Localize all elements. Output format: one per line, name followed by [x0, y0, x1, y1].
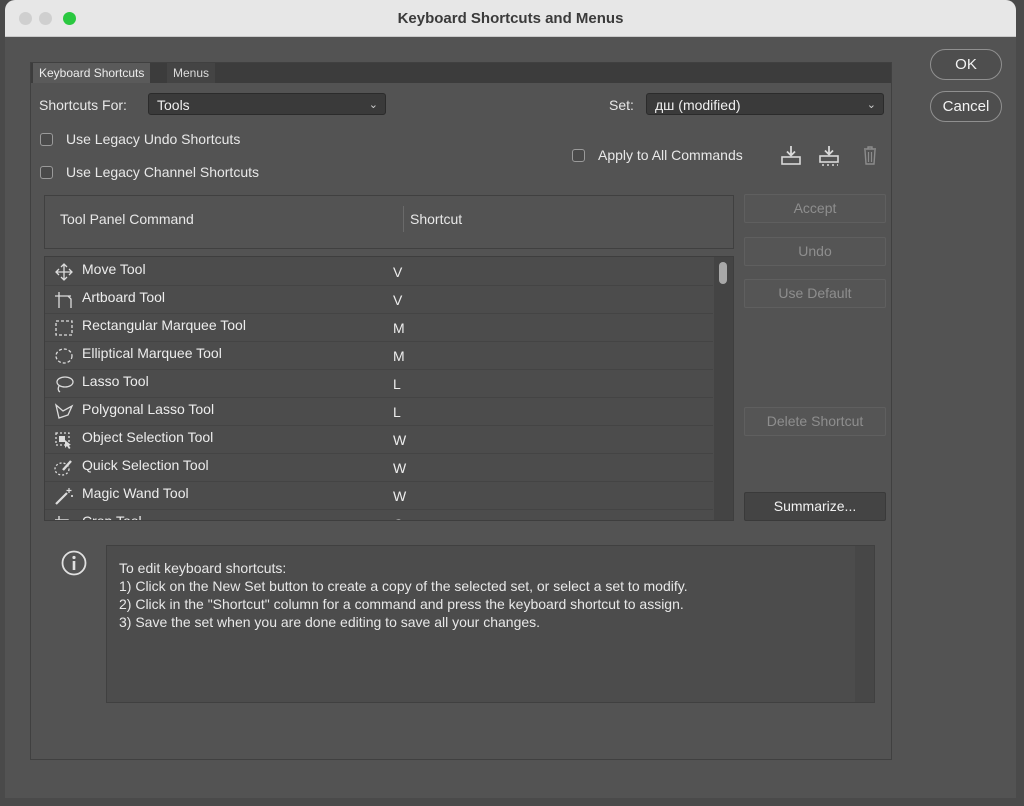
shortcut-key[interactable]: M	[393, 348, 405, 364]
column-header-command[interactable]: Tool Panel Command	[60, 211, 194, 227]
use-default-button[interactable]: Use Default	[744, 279, 886, 308]
polygonal-lasso-icon	[54, 403, 74, 419]
set-select[interactable]: дш (modified) ⌄	[646, 93, 884, 115]
undo-button[interactable]: Undo	[744, 237, 886, 266]
table-row[interactable]: Elliptical Marquee Tool M	[45, 341, 713, 370]
delete-shortcut-button[interactable]: Delete Shortcut	[744, 407, 886, 436]
table-row[interactable]: Object Selection Tool W	[45, 425, 713, 454]
crop-icon	[55, 516, 69, 520]
set-value: дш (modified)	[655, 97, 741, 113]
tab-bar: Keyboard Shortcuts Menus	[31, 63, 891, 83]
table-row[interactable]: Polygonal Lasso Tool L	[45, 397, 713, 426]
legacy-undo-label: Use Legacy Undo Shortcuts	[66, 131, 241, 147]
shortcuts-for-select[interactable]: Tools ⌄	[148, 93, 386, 115]
table-row[interactable]: Rectangular Marquee Tool M	[45, 313, 713, 342]
command-name: Move Tool	[82, 261, 146, 277]
rect-marquee-icon	[55, 320, 73, 336]
legacy-channel-checkbox[interactable]	[40, 166, 53, 179]
dialog-window: Keyboard Shortcuts and Menus Keyboard Sh…	[5, 0, 1016, 798]
title-bar: Keyboard Shortcuts and Menus	[5, 0, 1016, 37]
table-row[interactable]: Quick Selection Tool W	[45, 453, 713, 482]
table-row[interactable]: Lasso Tool L	[45, 369, 713, 398]
command-name: Crop Tool	[82, 513, 142, 521]
artboard-icon	[55, 292, 72, 308]
table-row[interactable]: Magic Wand Tool W	[45, 481, 713, 510]
list-scrollbar[interactable]	[714, 257, 733, 520]
cancel-button[interactable]: Cancel	[930, 91, 1002, 122]
shortcut-key[interactable]: V	[393, 292, 402, 308]
shortcut-key[interactable]: M	[393, 320, 405, 336]
command-name: Magic Wand Tool	[82, 485, 189, 501]
column-header-shortcut[interactable]: Shortcut	[410, 211, 462, 227]
help-text-line: To edit keyboard shortcuts:	[119, 560, 287, 576]
shortcut-key[interactable]: V	[393, 264, 402, 280]
chevron-down-icon: ⌄	[866, 99, 876, 111]
help-text-line: 2) Click in the "Shortcut" column for a …	[119, 596, 684, 612]
command-name: Quick Selection Tool	[82, 457, 209, 473]
ok-button[interactable]: OK	[930, 49, 1002, 80]
apply-all-label: Apply to All Commands	[598, 147, 743, 163]
ellipse-marquee-icon	[55, 348, 73, 364]
help-text-line: 3) Save the set when you are done editin…	[119, 614, 541, 630]
shortcuts-for-label: Shortcuts For:	[39, 97, 127, 113]
info-icon	[61, 550, 87, 576]
help-scrollbar[interactable]	[855, 546, 874, 702]
window-title: Keyboard Shortcuts and Menus	[397, 10, 624, 27]
shortcut-key[interactable]: W	[393, 432, 406, 448]
quick-selection-icon	[54, 460, 72, 476]
command-name: Object Selection Tool	[82, 429, 214, 445]
command-name: Lasso Tool	[82, 373, 149, 389]
column-divider	[403, 206, 404, 232]
new-set-icon[interactable]	[818, 144, 840, 166]
apply-all-checkbox[interactable]	[572, 149, 585, 162]
help-text-line: 1) Click on the New Set button to create…	[119, 578, 688, 594]
magic-wand-icon	[55, 488, 73, 505]
command-name: Rectangular Marquee Tool	[82, 317, 246, 333]
shortcut-key[interactable]: L	[393, 376, 401, 392]
shortcut-key[interactable]: W	[393, 488, 406, 504]
lasso-icon	[56, 376, 74, 393]
table-row[interactable]: Artboard Tool V	[45, 285, 713, 314]
command-name: Artboard Tool	[82, 289, 166, 305]
shortcut-key[interactable]: W	[393, 460, 406, 476]
help-text-box: To edit keyboard shortcuts: 1) Click on …	[106, 545, 875, 703]
shortcut-key[interactable]: L	[393, 404, 401, 420]
object-selection-icon	[55, 432, 71, 449]
trash-icon[interactable]	[859, 144, 881, 166]
legacy-channel-label: Use Legacy Channel Shortcuts	[66, 164, 259, 180]
summarize-button[interactable]: Summarize...	[744, 492, 886, 521]
table-row[interactable]: Move Tool V	[45, 257, 713, 286]
set-label: Set:	[609, 97, 634, 113]
legacy-undo-checkbox[interactable]	[40, 133, 53, 146]
accept-button[interactable]: Accept	[744, 194, 886, 223]
tab-keyboard-shortcuts[interactable]: Keyboard Shortcuts	[33, 63, 151, 83]
move-icon	[55, 263, 73, 281]
command-name: Polygonal Lasso Tool	[82, 401, 215, 417]
shortcut-key[interactable]: C	[393, 516, 403, 520]
shortcuts-for-value: Tools	[157, 97, 190, 113]
tab-menus[interactable]: Menus	[167, 63, 216, 83]
table-row[interactable]: Crop Tool C	[45, 509, 713, 521]
chevron-down-icon: ⌄	[368, 99, 378, 111]
command-name: Elliptical Marquee Tool	[82, 345, 222, 361]
command-list[interactable]: Move Tool V Artboard Tool V Rectangular …	[44, 256, 734, 521]
save-set-icon[interactable]	[780, 144, 802, 166]
shortcuts-panel: Keyboard Shortcuts Menus Shortcuts For: …	[30, 62, 892, 760]
scrollbar-thumb[interactable]	[719, 262, 727, 284]
table-header: Tool Panel Command Shortcut	[44, 195, 734, 249]
